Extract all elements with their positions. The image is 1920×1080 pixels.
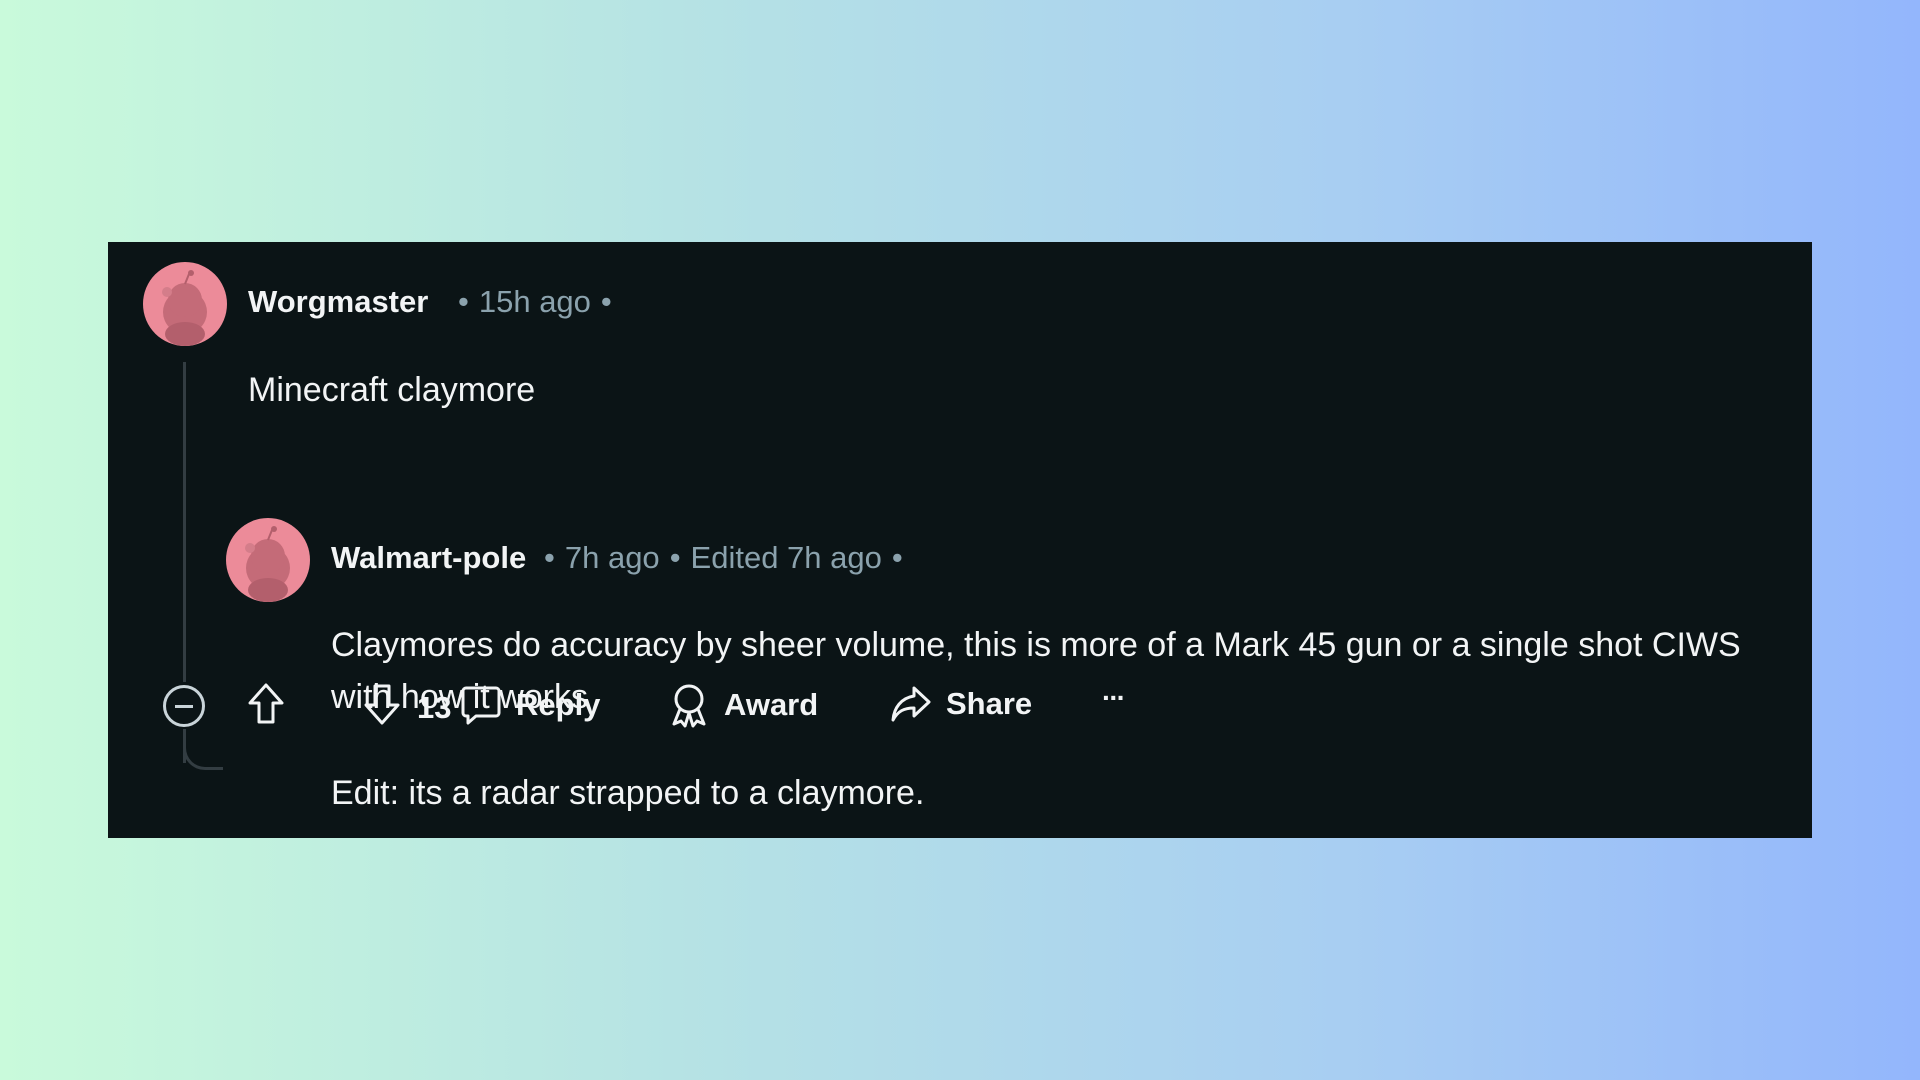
reply-body-paragraph-1: Claymores do accuracy by sheer volume, t… [331,626,1741,716]
minus-circle-icon [175,704,193,708]
separator-dot: • [544,540,555,575]
reply-time[interactable]: 7h ago [565,540,660,575]
comment-meta: • 15h ago • [448,284,622,320]
avatar-icon [245,526,290,602]
separator-dot: • [891,540,903,575]
comment-thread-panel: Worgmaster • 15h ago • Minecraft claymore … [108,242,1812,838]
reply-author[interactable]: Walmart-pole [331,540,526,576]
reply-edited: Edited 7h ago [690,540,882,575]
separator-dot: • [600,284,612,319]
comment-body: Minecraft claymore [248,371,536,409]
comment-time[interactable]: 15h ago [479,284,591,319]
avatar-icon [162,270,207,346]
upvote-button[interactable] [246,682,286,726]
upvote-arrow-icon [248,683,284,724]
avatar[interactable] [226,518,310,602]
reply-meta: • 7h ago • Edited 7h ago • [534,540,913,576]
thread-line-curve [183,732,223,770]
thread-line[interactable] [183,362,186,682]
comment-author[interactable]: Worgmaster [248,284,428,320]
avatar[interactable] [143,262,227,346]
collapse-thread-button[interactable] [163,685,205,727]
separator-dot: • [669,540,681,575]
separator-dot: • [458,284,469,319]
reply-body-paragraph-2: Edit: its a radar strapped to a claymore… [331,774,925,812]
